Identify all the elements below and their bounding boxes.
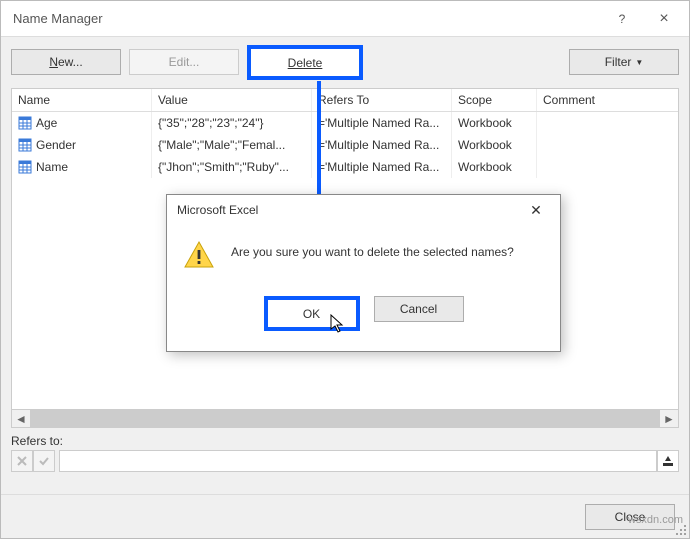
toolbar: New... Edit... Delete Filter▼ bbox=[1, 37, 689, 88]
chevron-down-icon: ▼ bbox=[635, 58, 643, 67]
modal-titlebar: Microsoft Excel ✕ bbox=[167, 195, 560, 225]
refers-cell: ='Multiple Named Ra... bbox=[312, 156, 452, 178]
col-comment[interactable]: Comment bbox=[537, 89, 678, 111]
col-scope[interactable]: Scope bbox=[452, 89, 537, 111]
table-row[interactable]: Age {"35";"28";"23";"24"} ='Multiple Nam… bbox=[12, 112, 678, 134]
refers-to-label: Refers to: bbox=[11, 434, 679, 448]
delete-button[interactable]: Delete bbox=[247, 45, 363, 80]
accept-refers-button bbox=[33, 450, 55, 472]
name-manager-window: Name Manager ? × New... Edit... Delete F… bbox=[0, 0, 690, 539]
scope-cell: Workbook bbox=[452, 156, 537, 178]
confirm-delete-dialog: Microsoft Excel ✕ Are you sure you want … bbox=[166, 194, 561, 352]
value-cell: {"Jhon";"Smith";"Ruby"... bbox=[152, 156, 312, 178]
new-button[interactable]: New... bbox=[11, 49, 121, 75]
modal-close-button[interactable]: ✕ bbox=[516, 198, 556, 222]
name-cell: Age bbox=[36, 116, 57, 130]
dialog-footer: Close bbox=[1, 494, 689, 538]
comment-cell bbox=[537, 112, 678, 134]
modal-title: Microsoft Excel bbox=[177, 203, 516, 217]
range-picker-button[interactable] bbox=[657, 450, 679, 472]
scroll-right-icon[interactable]: ► bbox=[660, 410, 678, 427]
scroll-left-icon[interactable]: ◄ bbox=[12, 410, 30, 427]
refers-cell: ='Multiple Named Ra... bbox=[312, 134, 452, 156]
refers-cell: ='Multiple Named Ra... bbox=[312, 112, 452, 134]
col-name[interactable]: Name bbox=[12, 89, 152, 111]
scope-cell: Workbook bbox=[452, 112, 537, 134]
filter-button[interactable]: Filter▼ bbox=[569, 49, 679, 75]
window-title: Name Manager bbox=[13, 11, 601, 26]
modal-footer: OK Cancel bbox=[167, 296, 560, 331]
table-icon bbox=[18, 116, 32, 130]
warning-icon bbox=[183, 239, 215, 274]
table-row[interactable]: Gender {"Male";"Male";"Femal... ='Multip… bbox=[12, 134, 678, 156]
cancel-refers-button bbox=[11, 450, 33, 472]
scope-cell: Workbook bbox=[452, 134, 537, 156]
table-icon bbox=[18, 160, 32, 174]
scroll-track[interactable] bbox=[30, 410, 660, 427]
scroll-thumb[interactable] bbox=[30, 410, 660, 427]
name-cell: Gender bbox=[36, 138, 76, 152]
comment-cell bbox=[537, 134, 678, 156]
value-cell: {"35";"28";"23";"24"} bbox=[152, 112, 312, 134]
cursor-icon bbox=[330, 314, 346, 334]
comment-cell bbox=[537, 156, 678, 178]
edit-button: Edit... bbox=[129, 49, 239, 75]
value-cell: {"Male";"Male";"Femal... bbox=[152, 134, 312, 156]
refers-to-row bbox=[11, 450, 679, 472]
titlebar: Name Manager ? × bbox=[1, 1, 689, 37]
window-close-button[interactable]: × bbox=[643, 1, 685, 37]
watermark: wsxdn.com bbox=[628, 514, 683, 526]
modal-message: Are you sure you want to delete the sele… bbox=[231, 239, 514, 259]
table-icon bbox=[18, 138, 32, 152]
name-cell: Name bbox=[36, 160, 68, 174]
horizontal-scrollbar[interactable]: ◄ ► bbox=[11, 410, 679, 428]
help-button[interactable]: ? bbox=[601, 1, 643, 37]
refers-to-input[interactable] bbox=[59, 450, 657, 472]
table-row[interactable]: Name {"Jhon";"Smith";"Ruby"... ='Multipl… bbox=[12, 156, 678, 178]
col-value[interactable]: Value bbox=[152, 89, 312, 111]
ok-button[interactable]: OK bbox=[264, 296, 360, 331]
cancel-button[interactable]: Cancel bbox=[374, 296, 464, 322]
col-refers[interactable]: Refers To bbox=[312, 89, 452, 111]
grid-header: Name Value Refers To Scope Comment bbox=[12, 89, 678, 112]
